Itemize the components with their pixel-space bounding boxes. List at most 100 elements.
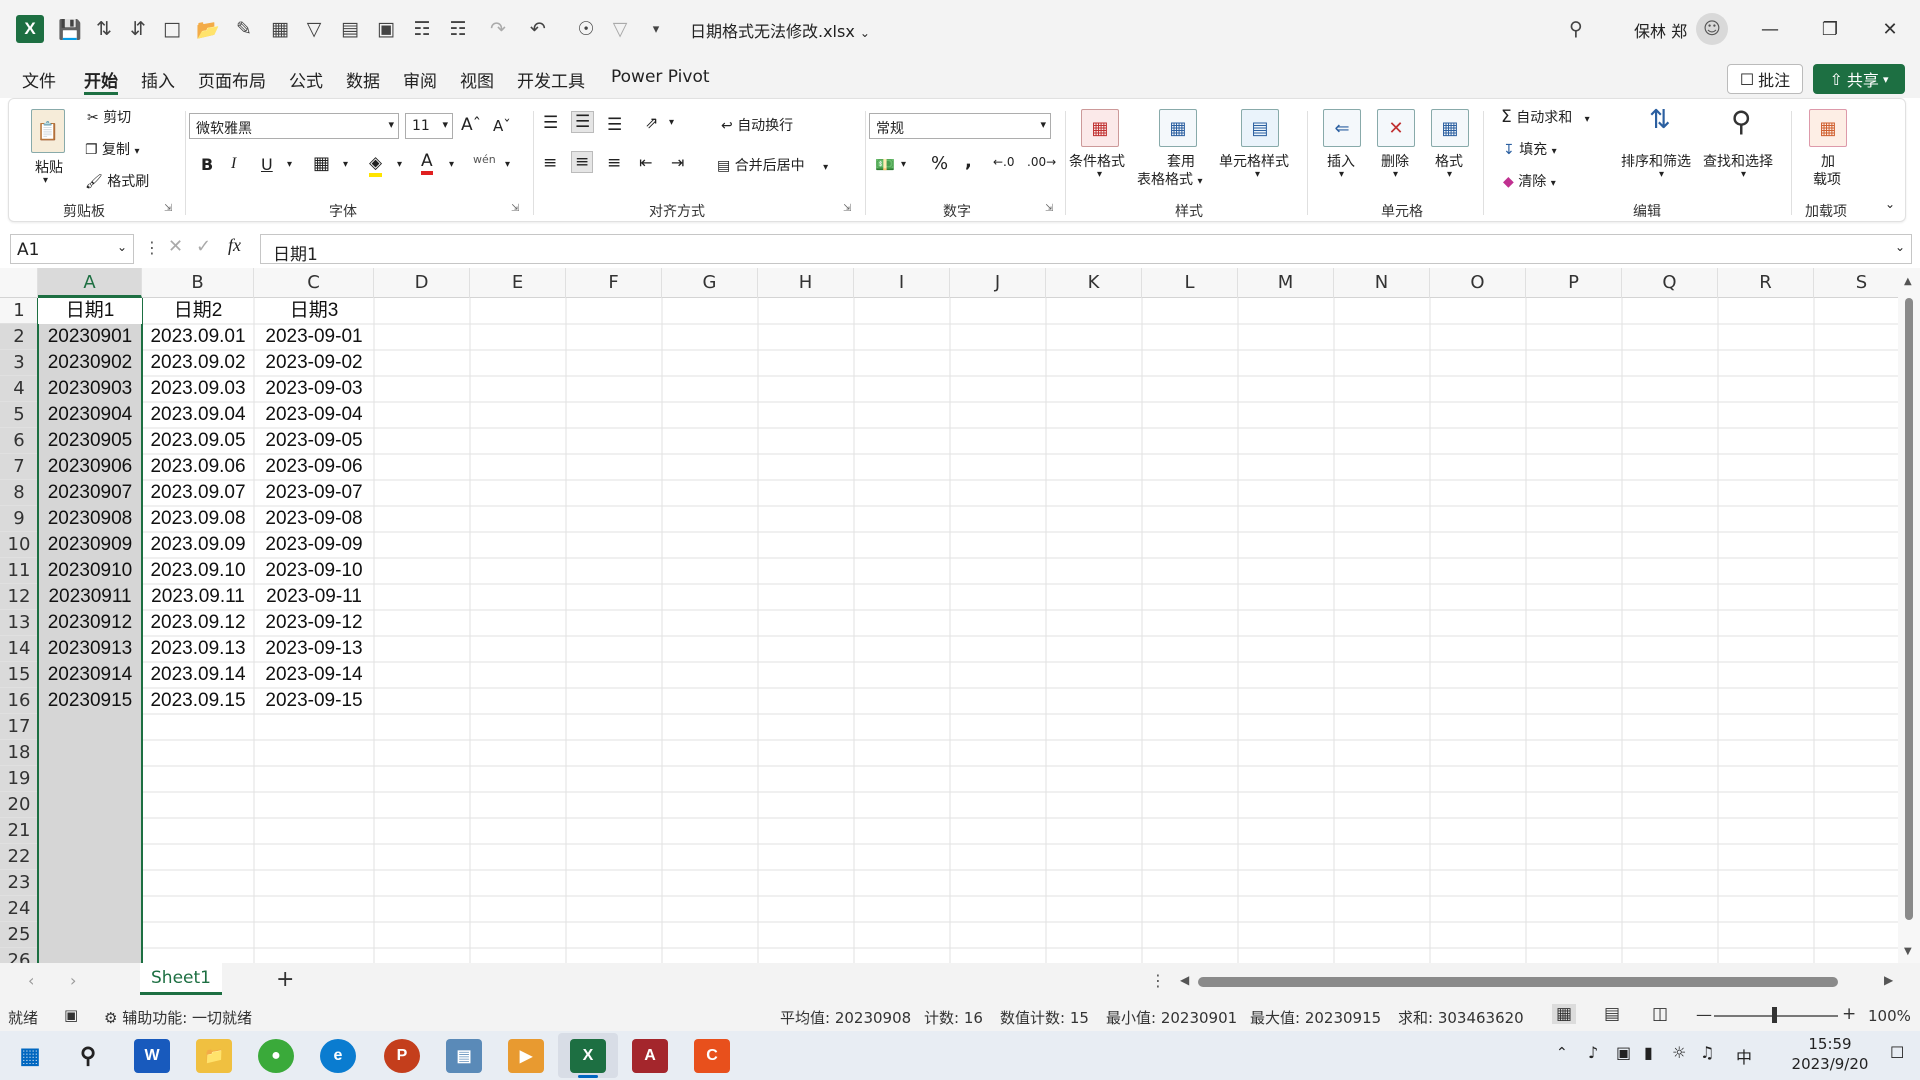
fill-color-icon[interactable]: ◈ — [369, 153, 383, 177]
sort-asc-icon[interactable]: ⇅ — [90, 15, 118, 43]
scroll-up-icon[interactable]: ▲ — [1904, 276, 1912, 287]
sheet-tab-sheet1[interactable]: Sheet1 — [140, 963, 222, 995]
row-header-26[interactable]: 26 — [0, 948, 38, 963]
normal-view-icon[interactable]: ▦ — [1552, 1004, 1577, 1024]
table-cell[interactable]: 2023-09-01 — [254, 324, 374, 350]
align-middle-icon[interactable]: ☰ — [571, 111, 595, 133]
row-header-6[interactable]: 6 — [0, 428, 38, 454]
scroll-right-icon[interactable]: ▶ — [1884, 973, 1893, 987]
more-options-icon[interactable]: ⋮ — [144, 238, 160, 257]
format-painter-button[interactable]: 🖌 格式刷 — [85, 171, 149, 191]
vertical-scrollbar[interactable]: ▲ ▼ — [1898, 268, 1920, 963]
customize-qat-icon[interactable]: ▾ — [642, 15, 670, 43]
clear-format-icon[interactable]: ✎ — [230, 15, 258, 43]
name-box[interactable]: A1 ⌄ — [10, 234, 134, 264]
table-cell[interactable]: 2023-09-07 — [254, 480, 374, 506]
italic-icon[interactable]: I — [231, 155, 236, 173]
table-cell[interactable]: 2023-09-03 — [254, 376, 374, 402]
share-button[interactable]: ⇧ 共享 ▾ — [1813, 64, 1905, 94]
tray-expand-icon[interactable]: ⌃ — [1556, 1045, 1568, 1061]
zoom-in-icon[interactable]: + — [1842, 1004, 1856, 1024]
next-sheet-icon[interactable]: › — [70, 971, 76, 990]
delete-cells-icon[interactable]: ✕ — [1377, 109, 1415, 147]
scroll-down-icon[interactable]: ▼ — [1904, 946, 1912, 957]
formula-input[interactable]: 日期1 ⌄ — [260, 234, 1912, 265]
clear-button[interactable]: ◆ 清除 ▾ — [1503, 171, 1556, 191]
table-icon[interactable]: ▦ — [266, 15, 294, 43]
table-cell[interactable]: 2023.09.10 — [142, 558, 254, 584]
dialog-launcher-icon[interactable]: ⇲ — [511, 203, 519, 214]
tab-insert[interactable]: 插入 — [141, 67, 175, 92]
tab-view[interactable]: 视图 — [460, 67, 494, 92]
tab-power-pivot[interactable]: Power Pivot — [611, 67, 710, 87]
macro-record-icon[interactable]: ▣ — [64, 1006, 78, 1024]
align-right-icon[interactable]: ≡ — [607, 153, 621, 173]
table-cell[interactable]: 2023.09.05 — [142, 428, 254, 454]
redo-icon[interactable]: ↷ — [484, 15, 512, 43]
sort-filter-icon[interactable]: ⇅ — [1649, 105, 1671, 135]
row-header-24[interactable]: 24 — [0, 896, 38, 922]
addins-button[interactable]: 加 — [1821, 151, 1835, 171]
excel-app-icon[interactable]: X — [570, 1039, 606, 1073]
paste-button[interactable]: 粘贴 — [35, 157, 63, 177]
zoom-out-icon[interactable]: — — [1696, 1005, 1712, 1024]
zoom-level[interactable]: 100% — [1868, 1007, 1911, 1025]
table-cell[interactable]: 20230908 — [38, 506, 142, 532]
column-header-h[interactable]: H — [758, 268, 854, 298]
horizontal-scroll-thumb[interactable] — [1198, 977, 1838, 987]
sort-filter-button[interactable]: 排序和筛选 — [1621, 151, 1691, 171]
table-cell[interactable]: 2023.09.11 — [142, 584, 254, 610]
table-cell[interactable]: 20230912 — [38, 610, 142, 636]
row-header-2[interactable]: 2 — [0, 324, 38, 350]
new-file-icon[interactable]: □ — [158, 15, 186, 43]
table-cell[interactable]: 2023.09.09 — [142, 532, 254, 558]
clock-time[interactable]: 15:59 — [1790, 1035, 1870, 1053]
row-header-13[interactable]: 13 — [0, 610, 38, 636]
increase-font-icon[interactable]: Aˆ — [461, 115, 481, 135]
dialog-launcher-icon[interactable]: ⇲ — [1045, 203, 1053, 214]
tab-data[interactable]: 数据 — [346, 67, 380, 92]
table-cell[interactable]: 20230902 — [38, 350, 142, 376]
find-select-icon[interactable]: ⚲ — [1731, 105, 1752, 138]
decrease-font-icon[interactable]: Aˇ — [493, 117, 511, 135]
tab-home[interactable]: 开始 — [84, 67, 118, 92]
row-header-7[interactable]: 7 — [0, 454, 38, 480]
table-cell[interactable]: 2023-09-04 — [254, 402, 374, 428]
row-header-5[interactable]: 5 — [0, 402, 38, 428]
table-cell[interactable]: 2023-09-05 — [254, 428, 374, 454]
sort-desc-icon[interactable]: ⇵ — [124, 15, 152, 43]
accessibility-status[interactable]: ⚙ 辅助功能: 一切就绪 — [104, 1007, 252, 1028]
table-cell[interactable]: 2023.09.08 — [142, 506, 254, 532]
chevron-down-icon[interactable]: ▾ — [1097, 169, 1102, 180]
row-header-17[interactable]: 17 — [0, 714, 38, 740]
conditional-format-icon[interactable]: ▦ — [1081, 109, 1119, 147]
table-cell[interactable]: 2023.09.13 — [142, 636, 254, 662]
status-average[interactable]: 平均值: 20230908 — [780, 1007, 911, 1028]
chevron-down-icon[interactable]: ▾ — [1339, 169, 1344, 180]
align-left-icon[interactable]: ≡ — [543, 153, 557, 173]
table-cell[interactable]: 2023.09.01 — [142, 324, 254, 350]
close-button[interactable]: ✕ — [1870, 14, 1910, 44]
decrease-indent-icon[interactable]: ⇤ — [639, 153, 652, 172]
paste-icon[interactable]: 📋 — [31, 109, 65, 153]
column-header-k[interactable]: K — [1046, 268, 1142, 298]
table-cell[interactable]: 2023.09.04 — [142, 402, 254, 428]
align-top-icon[interactable]: ☰ — [543, 113, 558, 133]
prev-sheet-icon[interactable]: ‹ — [28, 971, 34, 990]
tab-review[interactable]: 审阅 — [403, 67, 437, 92]
table-cell[interactable]: 20230909 — [38, 532, 142, 558]
table-cell[interactable]: 2023-09-11 — [254, 584, 374, 610]
table-cell[interactable]: 2023.09.14 — [142, 662, 254, 688]
row-header-20[interactable]: 20 — [0, 792, 38, 818]
wrap-text-button[interactable]: ↩ 自动换行 — [721, 115, 793, 135]
column-header-b[interactable]: B — [142, 268, 254, 298]
tab-file[interactable]: 文件 — [22, 67, 56, 92]
cell-styles-icon[interactable]: ▤ — [1241, 109, 1279, 147]
table-cell[interactable]: 20230901 — [38, 324, 142, 350]
row-header-16[interactable]: 16 — [0, 688, 38, 714]
row-header-18[interactable]: 18 — [0, 740, 38, 766]
table-cell[interactable]: 2023-09-09 — [254, 532, 374, 558]
table-cell[interactable]: 20230904 — [38, 402, 142, 428]
document-title[interactable]: 日期格式无法修改.xlsx ⌄ — [690, 18, 870, 42]
row-header-3[interactable]: 3 — [0, 350, 38, 376]
